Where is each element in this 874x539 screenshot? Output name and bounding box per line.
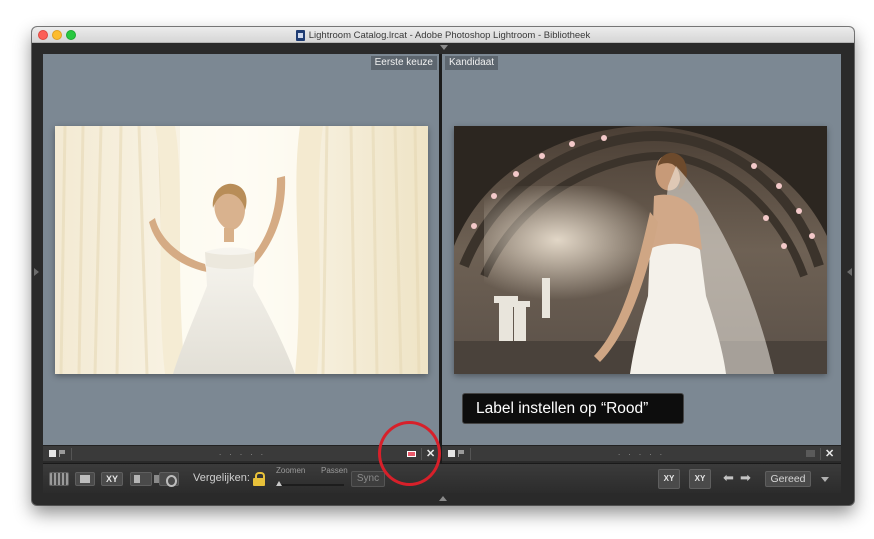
document-icon <box>295 29 305 41</box>
grid-view-icon[interactable] <box>49 472 69 486</box>
next-arrow-icon[interactable]: ➡ <box>740 470 751 486</box>
right-panel-toggle-icon[interactable] <box>847 268 852 276</box>
bride-veil-hall-image <box>454 126 827 374</box>
candidate-pane-strip: . . . . . ✕ <box>442 445 841 461</box>
window-title-wrap: Lightroom Catalog.lrcat - Adobe Photosho… <box>32 27 854 43</box>
zoom-slider-knob[interactable] <box>276 481 282 486</box>
star-rating[interactable]: . . . . . <box>618 448 665 457</box>
zoom-label: Zoomen <box>276 466 306 475</box>
filmstrip-toggle-icon[interactable] <box>439 496 447 501</box>
swap-icon[interactable]: XY <box>658 469 680 489</box>
previous-arrow-icon[interactable]: ⬅ <box>723 470 734 486</box>
top-panel-toggle-icon[interactable] <box>440 45 448 50</box>
chevron-down-icon[interactable] <box>821 477 829 482</box>
close-candidate-icon[interactable]: ✕ <box>825 446 834 462</box>
candidate-photo[interactable] <box>454 126 827 374</box>
bottom-toolbar: XY Vergelijken: Zoomen Passen Sync XY XY… <box>43 463 841 493</box>
strip-divider <box>71 448 72 460</box>
star-rating[interactable]: . . . . . <box>219 448 266 457</box>
flag-icon[interactable] <box>49 450 56 457</box>
title-bar: Lightroom Catalog.lrcat - Adobe Photosho… <box>32 27 854 43</box>
lightroom-window: Lightroom Catalog.lrcat - Adobe Photosho… <box>32 27 854 505</box>
compare-label: Vergelijken: <box>193 472 250 484</box>
left-panel-toggle-icon[interactable] <box>34 268 39 276</box>
fit-label: Passen <box>321 466 348 475</box>
flag-icon[interactable] <box>448 450 455 457</box>
people-view-icon[interactable] <box>159 472 179 487</box>
sync-button[interactable]: Sync <box>351 471 385 487</box>
select-pane-label: Eerste keuze <box>370 56 437 70</box>
candidate-pane[interactable]: Kandidaat <box>442 54 841 445</box>
loupe-view-icon[interactable] <box>75 472 95 486</box>
make-select-icon[interactable]: XY <box>689 469 711 489</box>
done-button[interactable]: Gereed <box>765 471 811 487</box>
window-title: Lightroom Catalog.lrcat - Adobe Photosho… <box>308 29 591 41</box>
bride-curtains-image <box>55 126 428 374</box>
reject-flag-icon[interactable] <box>59 450 66 457</box>
candidate-pane-label: Kandidaat <box>445 56 499 70</box>
callout-label: Label instellen op “Rood” <box>462 393 684 424</box>
strip-divider <box>820 448 821 460</box>
select-photo[interactable] <box>55 126 428 374</box>
strip-divider <box>470 448 471 460</box>
highlight-circle <box>378 421 441 486</box>
zoom-slider-track[interactable] <box>276 484 344 486</box>
survey-view-icon[interactable] <box>130 472 160 486</box>
color-label[interactable] <box>806 450 815 457</box>
select-pane[interactable]: Eerste keuze <box>43 54 439 445</box>
compare-view-icon[interactable]: XY <box>101 472 123 486</box>
lock-icon[interactable] <box>253 472 265 486</box>
reject-flag-icon[interactable] <box>458 450 465 457</box>
